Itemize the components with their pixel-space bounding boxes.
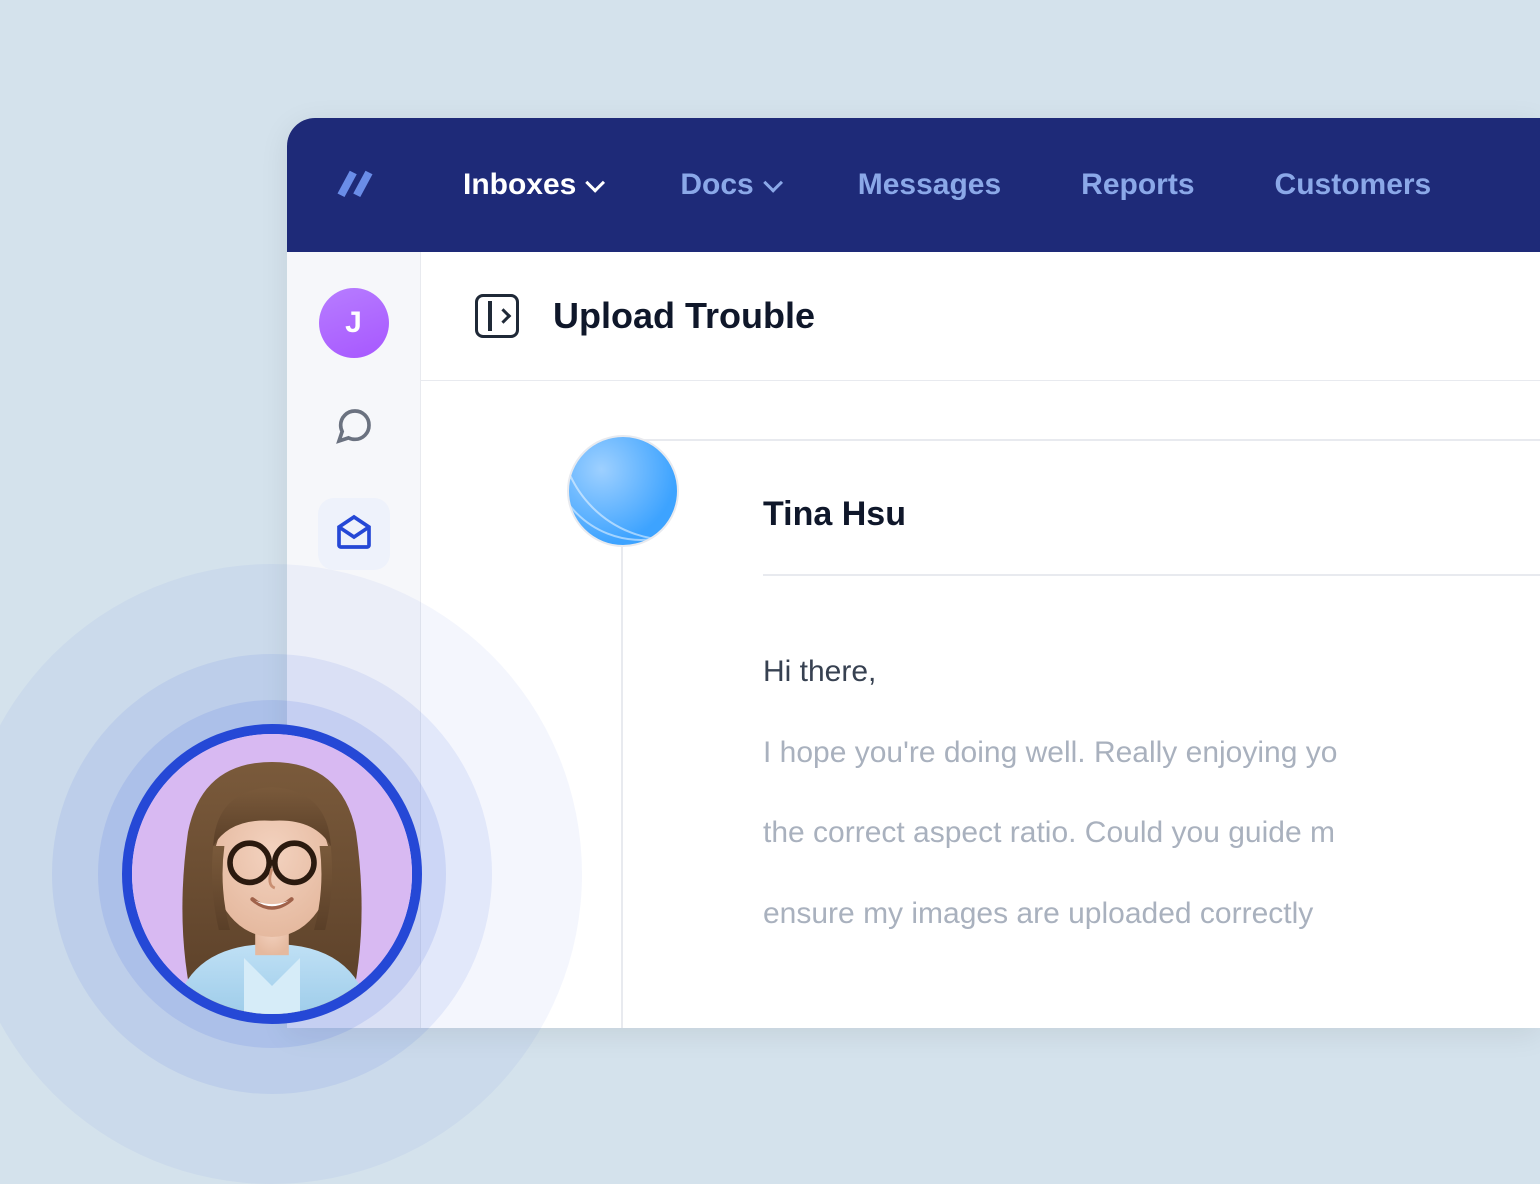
message-line: I hope you're doing well. Really enjoyin… (763, 727, 1540, 780)
nav-item-inboxes[interactable]: Inboxes (463, 168, 600, 202)
sidebar: J (287, 252, 421, 1028)
chat-icon (334, 406, 374, 451)
thread-title: Upload Trouble (553, 295, 815, 337)
sender-avatar[interactable] (567, 435, 679, 547)
user-avatar-small[interactable]: J (319, 288, 389, 358)
nav-item-label: Messages (858, 168, 1001, 202)
body-area: J Upload Trouble Tina Hsu (287, 252, 1540, 1028)
sender-name: Tina Hsu (763, 495, 1540, 576)
sidebar-chat[interactable] (318, 392, 390, 464)
nav-item-reports[interactable]: Reports (1081, 168, 1194, 202)
message-line: ensure my images are uploaded correctly (763, 888, 1540, 941)
nav-item-messages[interactable]: Messages (858, 168, 1001, 202)
logo-icon (327, 155, 383, 216)
top-nav: Inboxes Docs Messages Reports Customers (287, 118, 1540, 252)
nav-item-label: Docs (680, 168, 753, 202)
nav-item-customers[interactable]: Customers (1275, 168, 1432, 202)
thread-body: Tina Hsu Hi there, I hope you're doing w… (421, 381, 1540, 1028)
message-body: Hi there, I hope you're doing well. Real… (763, 576, 1540, 940)
toggle-panel-icon[interactable] (475, 294, 519, 338)
nav-items: Inboxes Docs Messages Reports Customers (463, 168, 1431, 202)
avatar-initial: J (345, 306, 362, 340)
nav-item-label: Reports (1081, 168, 1194, 202)
message-line: the correct aspect ratio. Could you guid… (763, 807, 1540, 860)
thread-header: Upload Trouble (421, 252, 1540, 381)
message-greeting: Hi there, (763, 646, 1540, 699)
chevron-down-icon (763, 173, 783, 193)
sidebar-mail[interactable] (318, 498, 390, 570)
app-window: Inboxes Docs Messages Reports Customers J Up… (287, 118, 1540, 1028)
nav-item-docs[interactable]: Docs (680, 168, 777, 202)
nav-item-label: Inboxes (463, 168, 576, 202)
message-card: Tina Hsu Hi there, I hope you're doing w… (621, 439, 1540, 1028)
mail-icon (334, 512, 374, 557)
nav-item-label: Customers (1275, 168, 1432, 202)
main-panel: Upload Trouble Tina Hsu Hi there, I hope… (421, 252, 1540, 1028)
chevron-down-icon (586, 173, 606, 193)
app-logo[interactable] (327, 155, 383, 216)
